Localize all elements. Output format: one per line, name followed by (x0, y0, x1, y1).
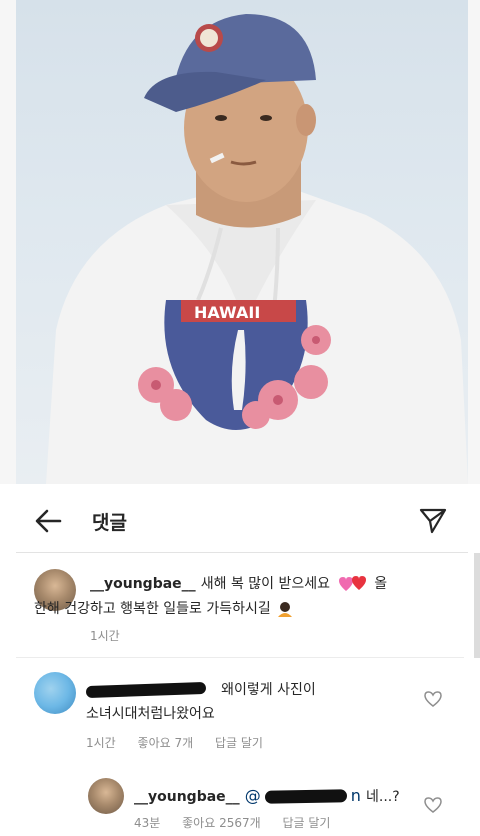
reply-link[interactable]: 답글 달기 (215, 736, 263, 750)
comment-line2: 소녀시대처럼나왔어요 (86, 703, 215, 723)
caption-line1: __youngbae__ 새해 복 많이 받으세요 올 (90, 573, 387, 593)
avatar[interactable] (88, 778, 124, 814)
caption-meta: 1시간 (90, 627, 138, 644)
caption-time: 1시간 (90, 629, 120, 643)
reply-time: 43분 (134, 816, 161, 830)
mention-at: @ (244, 786, 261, 805)
paper-plane-icon (419, 508, 447, 534)
reply-meta: 43분 좋아요 2567개 답글 달기 (134, 814, 348, 831)
previous-image-edge (0, 0, 16, 484)
comment-text-2: 소녀시대처럼나왔어요 (86, 706, 215, 722)
hearts-emoji-icon (339, 575, 367, 591)
comments-header: 댓글 (16, 490, 468, 553)
caption-text: 새해 복 많이 받으세요 (200, 576, 331, 592)
comment-likes[interactable]: 좋아요 7개 (138, 736, 194, 750)
comment-meta: 1시간 좋아요 7개 답글 달기 (86, 734, 281, 751)
caption-text-2: 한해 건강하고 행복한 일들로 가득하시길 (34, 601, 271, 617)
mention-tail: n (350, 786, 361, 805)
avatar[interactable] (34, 672, 76, 714)
back-button[interactable] (34, 508, 62, 534)
reply-username[interactable]: __youngbae__ (134, 789, 240, 805)
reply-text: 네...? (366, 789, 400, 805)
page-title: 댓글 (92, 512, 127, 534)
redacted-username (85, 681, 207, 698)
photo-illustration: HAWAII (46, 14, 468, 484)
mention-link[interactable]: @ n (245, 786, 361, 805)
post-photo[interactable]: HAWAII (16, 0, 468, 484)
reply-reply-link[interactable]: 답글 달기 (282, 816, 330, 830)
caption-text-tail: 올 (374, 576, 388, 592)
comment-line1: 왜이렇게 사진이 (85, 679, 316, 699)
heart-outline-icon (424, 691, 442, 707)
like-button[interactable] (424, 796, 442, 814)
heart-outline-icon (424, 797, 442, 813)
comment-time: 1시간 (86, 736, 116, 750)
svg-text:HAWAII: HAWAII (194, 303, 260, 322)
next-image-edge (468, 0, 480, 484)
scrollbar[interactable] (474, 553, 480, 658)
reply-likes[interactable]: 좋아요 2567개 (182, 816, 261, 830)
post-caption: __youngbae__ 새해 복 많이 받으세요 올 한해 건강하고 행복한 … (16, 553, 464, 658)
bowing-person-emoji-icon (277, 601, 292, 617)
comment-text: 왜이렇게 사진이 (221, 682, 316, 698)
redacted-mention (264, 789, 347, 804)
arrow-left-icon (35, 509, 62, 533)
reply-line1: __youngbae__ @ n 네...? (134, 786, 400, 806)
comments-screen: HAWAII 댓글 __youngbae__ 새해 복 많이 받으세요 올 한해… (0, 0, 480, 836)
caption-line2: 한해 건강하고 행복한 일들로 가득하시길 (34, 598, 294, 618)
like-button[interactable] (424, 690, 442, 708)
share-button[interactable] (418, 506, 448, 536)
caption-username[interactable]: __youngbae__ (90, 576, 196, 592)
